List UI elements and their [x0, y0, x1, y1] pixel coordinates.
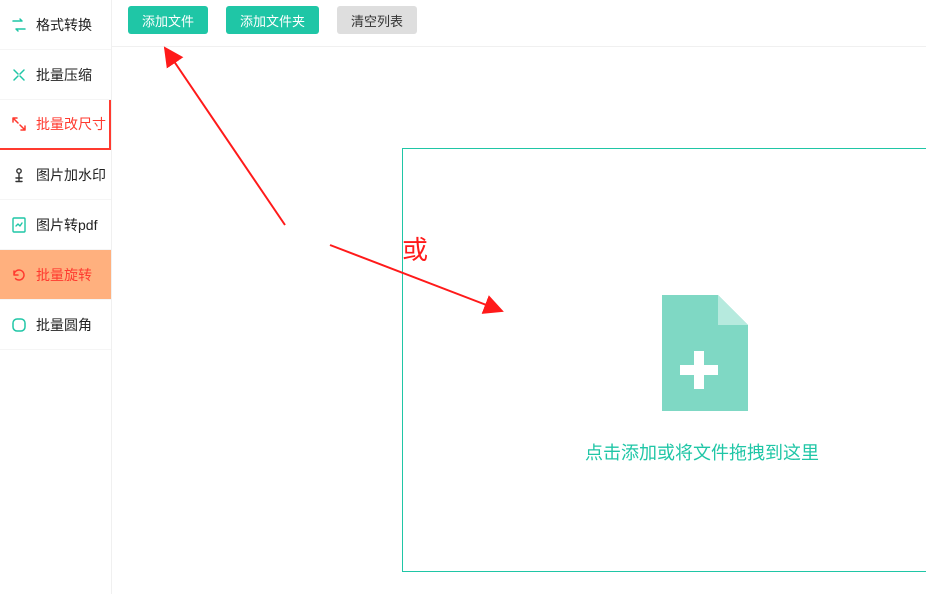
sidebar-item-batch-resize[interactable]: 批量改尺寸	[0, 100, 111, 150]
sidebar-item-batch-round[interactable]: 批量圆角	[0, 300, 111, 350]
add-file-button[interactable]: 添加文件	[128, 6, 208, 34]
sidebar-item-label: 批量压缩	[36, 65, 92, 85]
sidebar-item-image-to-pdf[interactable]: 图片转pdf	[0, 200, 111, 250]
sidebar-item-label: 图片加水印	[36, 165, 106, 185]
sidebar-item-batch-compress[interactable]: 批量压缩	[0, 50, 111, 100]
sidebar-item-format-convert[interactable]: 格式转换	[0, 0, 111, 50]
drop-zone[interactable]: 点击添加或将文件拖拽到这里	[402, 148, 926, 572]
sidebar: 格式转换 批量压缩 批量改尺寸 图片加水印 图片转pdf 批量旋转 批量圆角	[0, 0, 112, 594]
clear-list-button[interactable]: 清空列表	[337, 6, 417, 34]
convert-icon	[10, 16, 28, 34]
compress-icon	[10, 66, 28, 84]
sidebar-item-label: 批量旋转	[36, 265, 92, 285]
rotate-icon	[10, 266, 28, 284]
add-file-icon	[656, 295, 748, 411]
sidebar-item-batch-rotate[interactable]: 批量旋转	[0, 250, 111, 300]
toolbar: 添加文件 添加文件夹 清空列表	[112, 0, 926, 47]
main-area: 添加文件 添加文件夹 清空列表 点击添加或将文件拖拽到这里 或	[112, 0, 926, 594]
watermark-icon	[10, 166, 28, 184]
resize-icon	[10, 115, 28, 133]
sidebar-item-label: 批量改尺寸	[36, 114, 106, 134]
sidebar-item-label: 批量圆角	[36, 315, 92, 335]
pdf-icon	[10, 216, 28, 234]
sidebar-item-label: 图片转pdf	[36, 215, 97, 235]
add-folder-button[interactable]: 添加文件夹	[226, 6, 319, 34]
drop-zone-hint: 点击添加或将文件拖拽到这里	[585, 439, 819, 465]
sidebar-item-watermark[interactable]: 图片加水印	[0, 150, 111, 200]
round-icon	[10, 316, 28, 334]
sidebar-item-label: 格式转换	[36, 15, 92, 35]
